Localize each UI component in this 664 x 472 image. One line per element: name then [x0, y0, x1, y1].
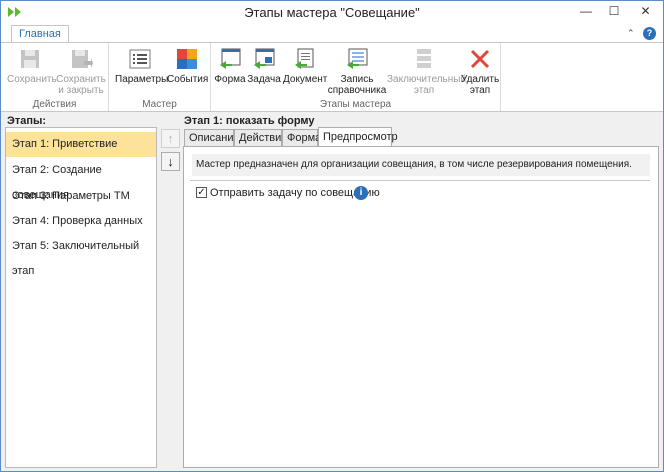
ribbon-tab-strip: Главная ⌃ ?	[1, 23, 663, 44]
checkmark-icon: ✓	[197, 187, 206, 198]
ribbon: Сохранить Сохранить и закрыть Действия П…	[1, 42, 663, 112]
group-label-actions: Действия	[32, 99, 77, 110]
window-title: Этапы мастера "Совещание"	[244, 5, 420, 20]
floppy-close-icon	[69, 47, 93, 71]
task-icon	[252, 47, 276, 71]
document-button[interactable]: Документ	[283, 47, 327, 85]
maximize-icon: ☐	[608, 4, 620, 18]
delete-x-icon	[468, 47, 492, 71]
group-stages: Форма Задача Документ Запись справочника…	[211, 43, 501, 111]
directory-record-button[interactable]: Запись справочника	[327, 47, 387, 96]
save-and-close-button[interactable]: Сохранить и закрыть	[55, 47, 107, 96]
send-task-checkbox[interactable]: ✓	[196, 187, 207, 198]
form-icon	[218, 47, 242, 71]
group-label-stages: Этапы мастера	[319, 99, 392, 110]
group-master: Параметры События Мастер	[109, 43, 211, 111]
tab-form[interactable]: Форма	[282, 129, 321, 146]
info-icon[interactable]: i	[354, 186, 368, 200]
delete-stage-button[interactable]: Удалить этап	[461, 47, 499, 96]
save-button[interactable]: Сохранить	[7, 47, 57, 85]
arrow-up-icon: ↑	[167, 131, 174, 146]
parameters-button[interactable]: Параметры	[115, 47, 168, 85]
arrow-down-icon: ↓	[167, 154, 174, 169]
events-icon	[175, 47, 199, 71]
close-button[interactable]: ✕	[628, 1, 663, 22]
steps-header: Этапы:	[7, 115, 47, 127]
move-up-button[interactable]: ↑	[161, 129, 180, 148]
list-item[interactable]: Этап 5: Заключительный этап	[6, 234, 156, 277]
chevron-up-icon[interactable]: ⌃	[627, 28, 635, 39]
title-bar: Этапы мастера "Совещание" — ☐ ✕	[1, 1, 663, 23]
document-icon	[293, 47, 317, 71]
close-icon: ✕	[640, 4, 651, 18]
move-down-button[interactable]: ↓	[161, 152, 180, 171]
divider	[190, 180, 650, 181]
list-item[interactable]: Этап 4: Проверка данных	[6, 209, 156, 234]
list-item[interactable]: Этап 2: Создание совещания	[6, 158, 156, 201]
group-label-master: Мастер	[142, 99, 177, 110]
main-window: Этапы мастера "Совещание" — ☐ ✕ Главная …	[0, 0, 664, 472]
help-icon[interactable]: ?	[643, 27, 656, 40]
list-item[interactable]: Этап 3: Параметры ТМ	[6, 184, 156, 209]
maximize-button[interactable]: ☐	[601, 1, 627, 22]
events-button[interactable]: События	[167, 47, 208, 85]
group-actions: Сохранить Сохранить и закрыть Действия	[1, 43, 109, 111]
tab-preview[interactable]: Предпросмотр	[318, 127, 398, 147]
tab-description[interactable]: Описание	[184, 129, 240, 146]
parameters-icon	[128, 47, 152, 71]
final-stage-icon	[412, 47, 436, 71]
minimize-button[interactable]: —	[573, 1, 599, 22]
preview-panel: Мастер предназначен для организации сове…	[183, 146, 659, 468]
directory-record-icon	[345, 47, 369, 71]
form-button[interactable]: Форма	[213, 47, 247, 85]
stage-title: Этап 1: показать форму	[184, 115, 315, 127]
floppy-icon	[18, 47, 42, 71]
task-button[interactable]: Задача	[247, 47, 281, 85]
steps-list: Этап 1: Приветствие Этап 2: Создание сов…	[5, 127, 157, 468]
minimize-icon: —	[580, 4, 592, 18]
final-stage-button[interactable]: Заключительный этап	[387, 47, 466, 96]
list-item[interactable]: Этап 1: Приветствие	[6, 132, 156, 157]
master-description: Мастер предназначен для организации сове…	[192, 154, 650, 176]
tab-actions[interactable]: Действия	[234, 129, 287, 146]
